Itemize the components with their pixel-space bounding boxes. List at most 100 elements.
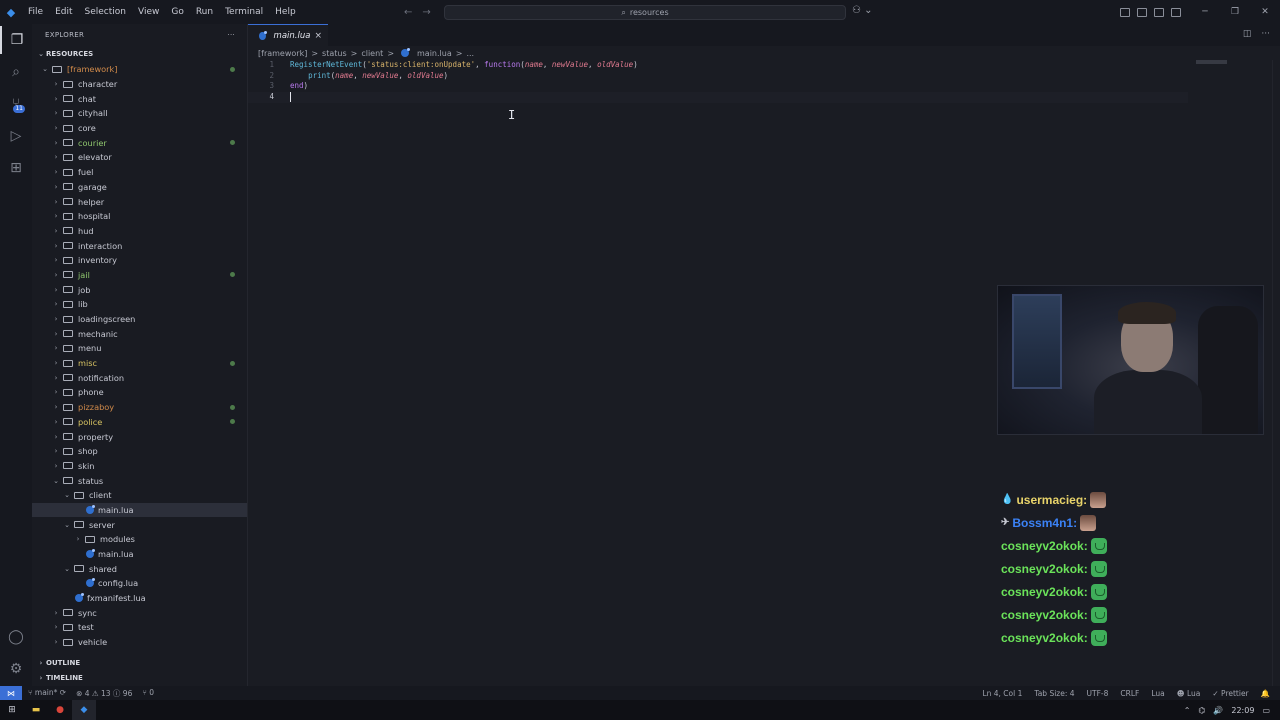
tree-item[interactable]: › core [32, 121, 247, 136]
tree-item[interactable]: › garage [32, 180, 247, 195]
breadcrumb-item[interactable]: ... [466, 49, 474, 58]
taskbar-clock[interactable]: 22:09 [1231, 706, 1254, 715]
command-center-search[interactable]: ⌕ resources [444, 5, 846, 20]
tree-item[interactable]: › hospital [32, 209, 247, 224]
tree-item[interactable]: config.lua [32, 576, 247, 591]
tree-item[interactable]: ⌄ status [32, 473, 247, 488]
notification-center-icon[interactable]: ▭ [1262, 706, 1270, 715]
timeline-section-header[interactable]: › TIMELINE [32, 670, 248, 685]
code-editor[interactable]: 1 RegisterNetEvent('status:client:onUpda… [248, 60, 1188, 103]
language-mode[interactable]: Lua [1151, 689, 1164, 698]
close-window-icon[interactable]: ✕ [1250, 0, 1280, 24]
tab-main-lua[interactable]: main.lua × [248, 24, 328, 46]
forward-arrow-icon[interactable]: → [422, 7, 430, 18]
tree-item[interactable]: › interaction [32, 238, 247, 253]
menu-help[interactable]: Help [269, 0, 302, 24]
source-control-icon[interactable]: ⑂ 11 [0, 90, 32, 118]
tree-item[interactable]: › property [32, 429, 247, 444]
tree-item[interactable]: › police [32, 415, 247, 430]
menu-view[interactable]: View [132, 0, 165, 24]
back-arrow-icon[interactable]: ← [404, 7, 412, 18]
toggle-panel-icon[interactable] [1154, 7, 1164, 17]
notifications-bell-icon[interactable]: 🔔 [1261, 689, 1270, 698]
prettier-status[interactable]: ✓ Prettier [1212, 689, 1248, 698]
windows-start-icon[interactable]: ⊞ [0, 700, 24, 720]
tree-item[interactable]: › lib [32, 297, 247, 312]
tree-item[interactable]: › loadingscreen [32, 312, 247, 327]
explorer-icon[interactable]: ❐ [0, 26, 32, 54]
tree-item[interactable]: › character [32, 77, 247, 92]
breadcrumb-item[interactable]: [framework] [258, 49, 307, 58]
encoding[interactable]: UTF-8 [1087, 689, 1109, 698]
split-editor-icon[interactable]: ◫ [1243, 29, 1252, 39]
network-icon[interactable]: ⌬ [1198, 706, 1205, 715]
tree-item[interactable]: fxmanifest.lua [32, 591, 247, 606]
breadcrumb-item[interactable]: client [361, 49, 383, 58]
extensions-icon[interactable]: ⊞ [0, 154, 32, 182]
settings-gear-icon[interactable]: ⚙ [0, 655, 32, 683]
tree-item[interactable]: › pizzaboy [32, 400, 247, 415]
copilot-icon[interactable]: ⚇ ⌄ [852, 5, 873, 16]
branch-indicator[interactable]: ⑂ main* ⟳ [28, 688, 66, 699]
tree-item[interactable]: › helper [32, 194, 247, 209]
tree-item[interactable]: › cityhall [32, 106, 247, 121]
tree-item[interactable]: › hud [32, 224, 247, 239]
tree-item[interactable]: › elevator [32, 150, 247, 165]
tree-item[interactable]: › inventory [32, 253, 247, 268]
cursor-position[interactable]: Ln 4, Col 1 [982, 689, 1022, 698]
tree-item[interactable]: › shop [32, 444, 247, 459]
tray-chevron-icon[interactable]: ⌃ [1184, 706, 1191, 715]
ports-indicator[interactable]: ⑂ 0 [142, 688, 154, 699]
tree-item[interactable]: › mechanic [32, 326, 247, 341]
vscode-taskbar-icon[interactable]: ◆ [72, 700, 96, 720]
file-explorer-icon[interactable]: ▬ [24, 700, 48, 720]
tab-size[interactable]: Tab Size: 4 [1034, 689, 1074, 698]
tree-item[interactable]: › menu [32, 341, 247, 356]
tree-item[interactable]: › fuel [32, 165, 247, 180]
problems-indicator[interactable]: ⊗ 4 ⚠ 13 ⓘ 96 [76, 688, 132, 699]
toggle-secondary-sidebar-icon[interactable] [1171, 7, 1181, 17]
tree-item[interactable]: main.lua [32, 547, 247, 562]
tree-item[interactable]: › misc [32, 356, 247, 371]
minimap[interactable] [1196, 60, 1248, 64]
tree-item[interactable]: › notification [32, 370, 247, 385]
editor-more-icon[interactable]: ··· [1261, 29, 1270, 39]
breadcrumb-item[interactable]: main.lua [417, 49, 452, 58]
maximize-icon[interactable]: ❐ [1220, 0, 1250, 24]
tree-item[interactable]: › job [32, 282, 247, 297]
more-actions-icon[interactable]: ··· [227, 31, 235, 39]
tree-item[interactable]: › chat [32, 91, 247, 106]
volume-icon[interactable]: 🔊 [1213, 706, 1223, 715]
resources-section-header[interactable]: ⌄ RESOURCES [32, 46, 247, 62]
search-view-icon[interactable]: ⌕ [0, 58, 32, 86]
tree-item[interactable]: ⌄ [framework] [32, 62, 247, 77]
menu-go[interactable]: Go [165, 0, 189, 24]
tree-item[interactable]: ⌄ server [32, 517, 247, 532]
breadcrumb-item[interactable]: status [322, 49, 347, 58]
menu-edit[interactable]: Edit [49, 0, 78, 24]
menu-selection[interactable]: Selection [79, 0, 132, 24]
toggle-sidebar-icon[interactable] [1137, 7, 1147, 17]
remote-indicator-icon[interactable]: ⋈ [0, 686, 22, 700]
run-debug-icon[interactable]: ▷ [0, 122, 32, 150]
minimize-icon[interactable]: ─ [1190, 0, 1220, 24]
outline-section-header[interactable]: › OUTLINE [32, 655, 248, 670]
account-icon[interactable]: ◯ [0, 623, 32, 651]
line-ending[interactable]: CRLF [1120, 689, 1139, 698]
tree-item[interactable]: main.lua [32, 502, 247, 518]
tree-item[interactable]: › courier [32, 135, 247, 150]
tree-item[interactable]: › phone [32, 385, 247, 400]
browser-icon[interactable]: ● [48, 700, 72, 720]
tree-item[interactable]: ⌄ client [32, 488, 247, 503]
tree-item[interactable]: › test [32, 620, 247, 635]
tree-item[interactable]: ⌄ shared [32, 561, 247, 576]
customize-layout-icon[interactable] [1120, 7, 1130, 17]
lua-extension-status[interactable]: ☻ Lua [1177, 689, 1201, 698]
tree-item[interactable]: › jail [32, 268, 247, 283]
close-tab-icon[interactable]: × [314, 31, 322, 41]
menu-terminal[interactable]: Terminal [219, 0, 269, 24]
menu-run[interactable]: Run [190, 0, 219, 24]
tree-item[interactable]: › vehicle [32, 635, 247, 650]
tree-item[interactable]: › sync [32, 605, 247, 620]
tree-item[interactable]: › modules [32, 532, 247, 547]
